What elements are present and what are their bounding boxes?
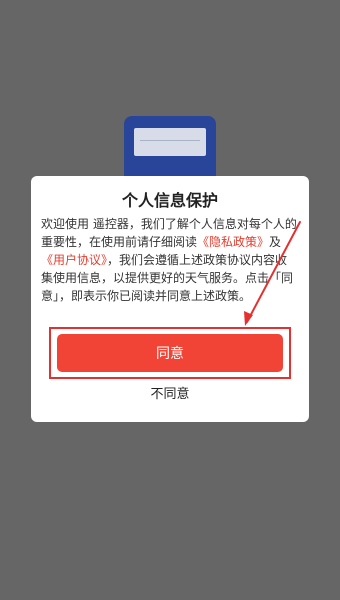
air-conditioner-panel	[134, 128, 206, 156]
agree-button[interactable]: 同意	[57, 334, 283, 372]
privacy-policy-link[interactable]: 《隐私政策》	[197, 235, 269, 249]
body-conjunction: 及	[269, 235, 282, 249]
user-agreement-link[interactable]: 《用户协议》	[41, 253, 107, 267]
disagree-button[interactable]: 不同意	[0, 382, 340, 402]
dialog-body: 欢迎使用 遥控器，我们了解个人信息对每个人的重要性，在使用前请仔细阅读《隐私政策…	[41, 215, 299, 305]
dialog-title: 个人信息保护	[121, 191, 218, 210]
